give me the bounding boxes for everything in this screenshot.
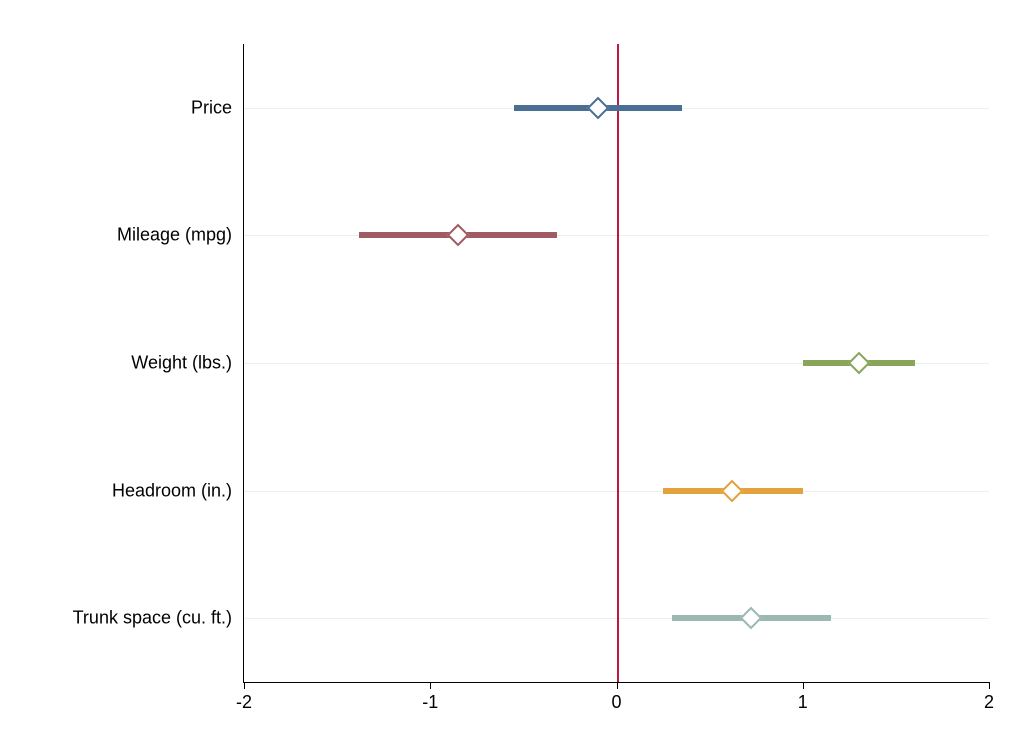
x-tick-label: -2: [236, 682, 252, 713]
x-tick-label: 2: [984, 682, 994, 713]
x-tick-label: 1: [798, 682, 808, 713]
y-tick-label: Price: [191, 97, 244, 118]
point-marker: [721, 479, 744, 502]
point-marker: [447, 224, 470, 247]
reference-line-zero: [617, 44, 619, 682]
x-tick-label: 0: [611, 682, 621, 713]
y-tick-label: Weight (lbs.): [131, 353, 244, 374]
point-marker: [587, 96, 610, 119]
y-tick-label: Trunk space (cu. ft.): [73, 608, 244, 629]
y-tick-label: Mileage (mpg): [117, 225, 244, 246]
x-tick-label: -1: [422, 682, 438, 713]
point-marker: [847, 352, 870, 375]
y-tick-label: Headroom (in.): [112, 480, 244, 501]
plot-area: PriceMileage (mpg)Weight (lbs.)Headroom …: [243, 44, 989, 683]
coefficient-plot: Price Mileage (mpg) Weight (lbs.) Headroom …: [0, 0, 1024, 745]
point-marker: [739, 607, 762, 630]
